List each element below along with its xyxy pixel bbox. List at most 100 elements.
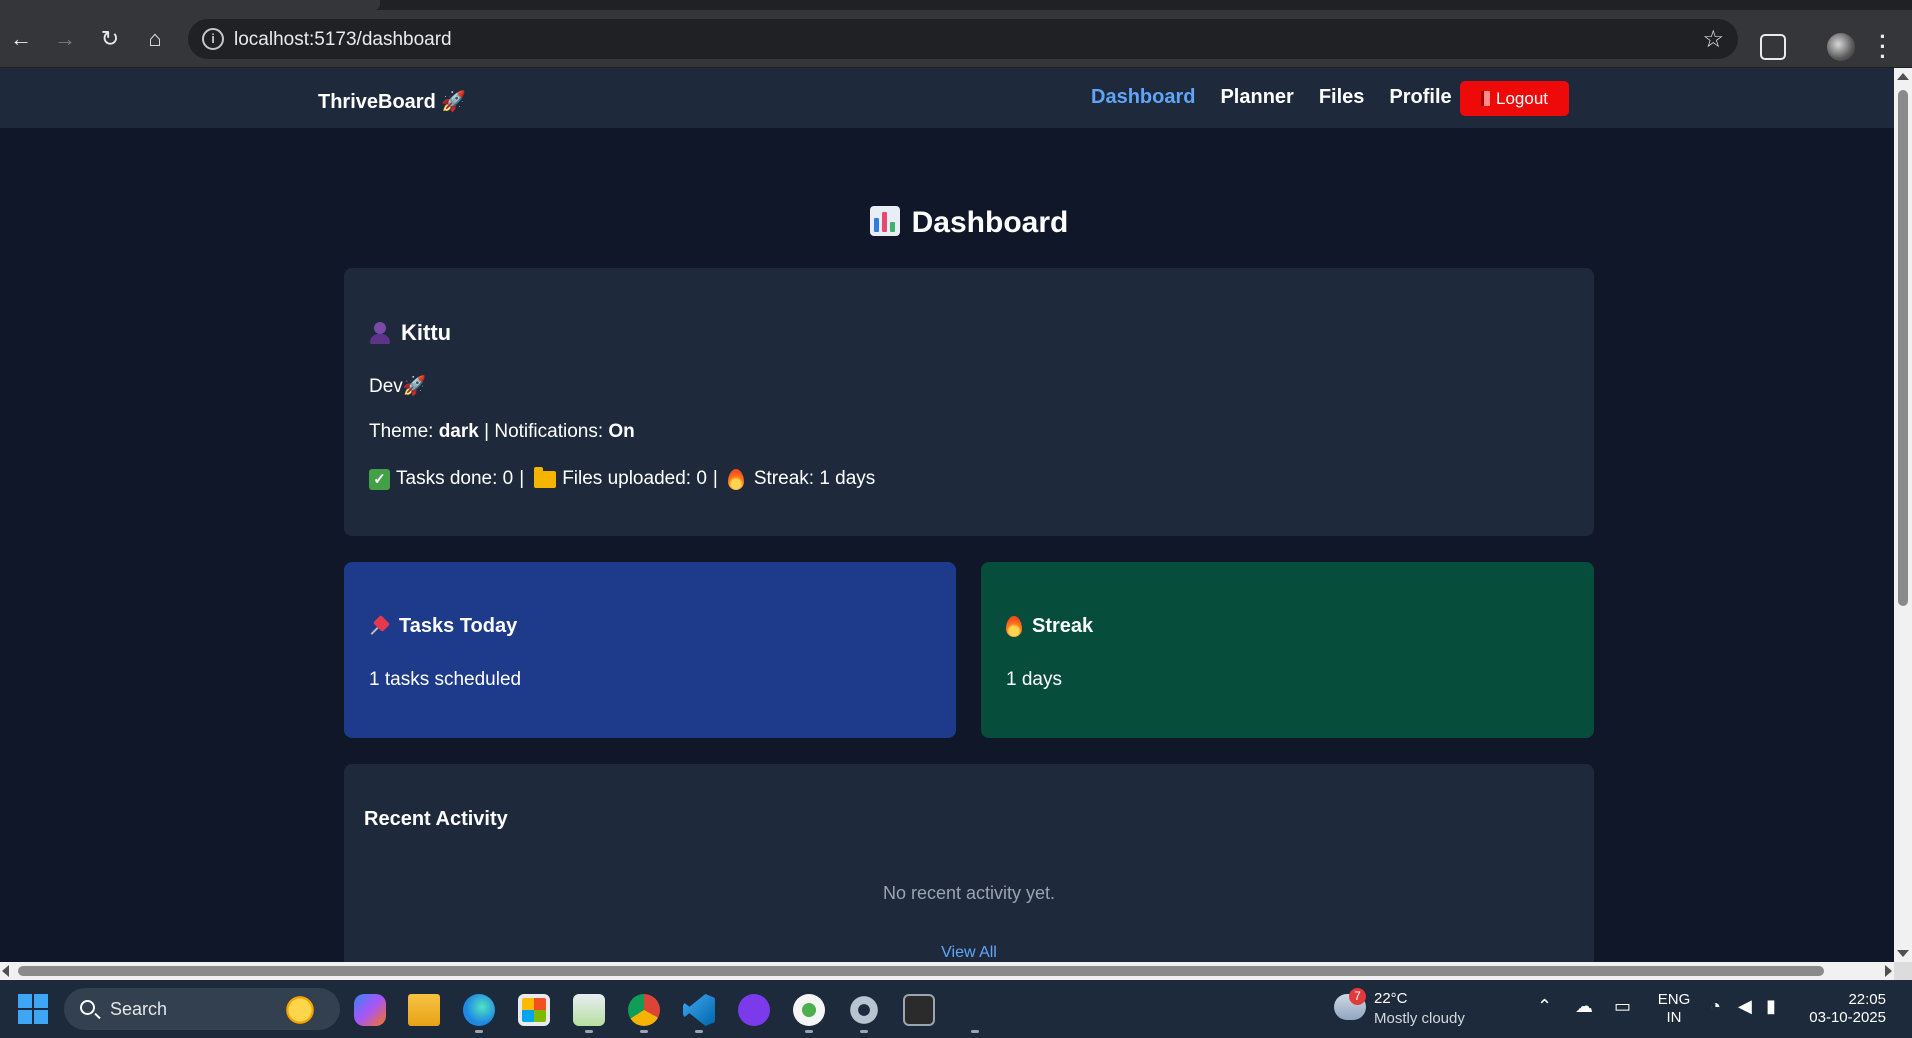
language-indicator[interactable]: ENG IN — [1656, 991, 1692, 1027]
profile-settings: Theme: dark | Notifications: On — [369, 421, 635, 443]
stat-separator: | — [519, 468, 525, 489]
chrome-browser-icon[interactable] — [628, 994, 660, 1026]
folder-icon — [534, 466, 557, 488]
fire-icon — [1006, 616, 1022, 637]
scrollbar-corner — [1894, 962, 1912, 980]
site-info-icon[interactable]: i — [202, 28, 224, 50]
horizontal-scrollbar[interactable] — [0, 962, 1894, 980]
sun-icon — [284, 994, 316, 1026]
copilot-icon[interactable] — [354, 994, 386, 1026]
active-tab-edge[interactable] — [0, 0, 380, 10]
running-indicator — [805, 1030, 813, 1033]
profile-name-text: Kittu — [401, 320, 452, 345]
settings-separator: | — [484, 421, 490, 442]
file-explorer-icon[interactable] — [408, 994, 440, 1026]
nav-link-files[interactable]: Files — [1319, 86, 1365, 109]
volume-icon[interactable]: ◀ — [1738, 996, 1752, 1017]
page-viewport: ThriveBoard 🚀 Dashboard Planner Files Pr… — [0, 68, 1894, 962]
taskbar-search-label: Search — [110, 999, 168, 1019]
running-indicator — [695, 1030, 703, 1033]
forward-arrow-icon[interactable]: → — [50, 24, 80, 54]
streak-value: 1 days — [1006, 669, 1062, 690]
github-desktop-icon[interactable] — [738, 994, 770, 1026]
recent-activity-title: Recent Activity — [364, 808, 508, 830]
clock[interactable]: 22:05 03-10-2025 — [1806, 991, 1886, 1027]
theme-value: dark — [438, 421, 479, 442]
search-icon — [80, 1000, 95, 1015]
onedrive-status-icon[interactable]: ☁ — [1575, 996, 1593, 1017]
scroll-up-arrow-icon[interactable] — [1897, 73, 1909, 80]
touch-keyboard-icon[interactable]: ▭ — [1614, 996, 1631, 1017]
view-all-link[interactable]: View All — [344, 944, 1594, 962]
empty-activity-text: No recent activity yet. — [882, 883, 1056, 903]
app-navbar: ThriveBoard 🚀 Dashboard Planner Files Pr… — [0, 68, 1894, 128]
windows-taskbar: Search 7 22°C Mostly cloudy ⌃ ☁ ▭ ENG IN… — [0, 980, 1912, 1038]
running-indicator — [585, 1030, 593, 1033]
tab-strip — [0, 0, 1912, 10]
windows-start-icon[interactable] — [18, 994, 48, 1024]
nav-link-dashboard[interactable]: Dashboard — [1091, 86, 1195, 109]
browser-toolbar: ← → ↻ ⌂ i localhost:5173/dashboard ☆ · · · — [0, 10, 1912, 68]
tasks-today-title: Tasks Today — [369, 615, 517, 638]
chevron-up-icon[interactable]: ⌃ — [1537, 996, 1552, 1017]
fire-icon — [727, 468, 744, 490]
reload-icon[interactable]: ↻ — [95, 24, 125, 54]
browser-menu-icon[interactable]: · · · — [1878, 26, 1888, 68]
vertical-scrollbar[interactable] — [1894, 68, 1912, 962]
url-text[interactable]: localhost:5173/dashboard — [234, 29, 452, 51]
notepad-app-icon[interactable] — [573, 994, 605, 1026]
vertical-scroll-thumb[interactable] — [1898, 90, 1908, 606]
back-arrow-icon[interactable]: ← — [6, 24, 36, 54]
weather-widget[interactable]: 7 22°C Mostly cloudy — [1334, 988, 1484, 1030]
streak-card: Streak 1 days — [981, 562, 1594, 738]
streak-title-text: Streak — [1032, 615, 1094, 637]
running-indicator — [640, 1030, 648, 1033]
nav-links: Dashboard Planner Files Profile — [1091, 86, 1477, 109]
region-code: IN — [1666, 1009, 1682, 1026]
battery-icon[interactable]: ▮ — [1766, 996, 1776, 1017]
horizontal-scroll-thumb[interactable] — [18, 966, 1824, 976]
theme-label: Theme: — [369, 421, 434, 442]
scroll-left-arrow-icon[interactable] — [2, 965, 9, 977]
terminal-icon[interactable] — [903, 994, 935, 1026]
logout-label: Logout — [1496, 88, 1548, 108]
edge-browser-icon[interactable] — [463, 994, 495, 1026]
running-indicator — [860, 1030, 868, 1033]
weather-condition: Mostly cloudy — [1374, 1010, 1465, 1027]
logout-button[interactable]: Logout — [1460, 81, 1569, 116]
profile-stats: ✓ Tasks done: 0 | Files uploaded: 0 | St… — [369, 466, 876, 490]
scroll-down-arrow-icon[interactable] — [1897, 950, 1909, 957]
clock-time: 22:05 — [1848, 991, 1886, 1008]
streak-stat: Streak: 1 days — [753, 468, 876, 489]
nav-link-planner[interactable]: Planner — [1220, 86, 1293, 109]
settings-gear-icon[interactable] — [848, 994, 880, 1026]
files-uploaded-stat: Files uploaded: 0 — [562, 468, 707, 489]
bar-chart-icon — [869, 206, 900, 236]
user-icon — [369, 322, 391, 344]
clock-date: 03-10-2025 — [1809, 1009, 1886, 1026]
running-indicator — [475, 1030, 483, 1033]
wifi-icon[interactable]: ◔ — [1710, 996, 1721, 1017]
microsoft-store-icon[interactable] — [518, 994, 550, 1026]
page-title-text: Dashboard — [911, 206, 1069, 239]
brand-logo[interactable]: ThriveBoard 🚀 — [318, 89, 466, 114]
nav-link-profile[interactable]: Profile — [1389, 86, 1451, 109]
profile-bio: Dev🚀 — [369, 376, 427, 397]
bookmark-star-icon[interactable]: ☆ — [1702, 25, 1724, 54]
weather-badge: 7 — [1349, 988, 1366, 1005]
mongodb-compass-icon[interactable] — [793, 994, 825, 1026]
door-icon — [1481, 91, 1490, 106]
taskbar-search[interactable]: Search — [64, 988, 340, 1030]
pushpin-icon — [369, 617, 389, 637]
scroll-right-arrow-icon[interactable] — [1885, 965, 1892, 977]
extensions-icon[interactable] — [1760, 34, 1786, 60]
tasks-today-card: Tasks Today 1 tasks scheduled — [344, 562, 956, 738]
profile-card: Kittu Dev🚀 Theme: dark | Notifications: … — [344, 268, 1594, 536]
vscode-icon[interactable] — [683, 994, 715, 1026]
tasks-done-stat: Tasks done: 0 — [396, 468, 514, 489]
streak-title: Streak — [1006, 615, 1093, 638]
browser-profile-avatar[interactable] — [1827, 33, 1855, 61]
address-bar[interactable]: i localhost:5173/dashboard ☆ — [188, 19, 1738, 59]
home-icon[interactable]: ⌂ — [140, 24, 170, 54]
checkmark-icon: ✓ — [369, 468, 390, 490]
